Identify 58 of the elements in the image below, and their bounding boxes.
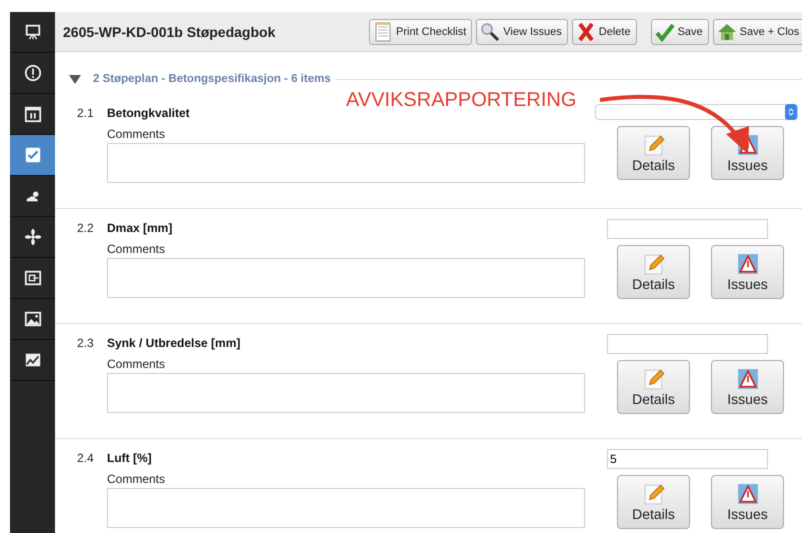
image-icon xyxy=(24,310,42,328)
expand-arrow-icon[interactable] xyxy=(69,74,81,84)
value-field[interactable] xyxy=(607,219,768,239)
details-button[interactable]: Details xyxy=(617,245,690,299)
value-field[interactable] xyxy=(607,334,768,354)
comments-label: Comments xyxy=(107,242,166,256)
home-button[interactable]: Save + Clos xyxy=(712,18,802,44)
page-title: 2605-WP-KD-001b Støpedagbok xyxy=(63,24,276,40)
check-icon xyxy=(24,146,42,164)
details-button[interactable]: Details xyxy=(617,360,690,414)
pencil-icon xyxy=(642,482,664,504)
alert-icon xyxy=(24,64,42,82)
details-button[interactable]: Details xyxy=(617,126,690,180)
easel-icon xyxy=(24,23,42,41)
delete-icon xyxy=(576,22,596,42)
sidebar-item[interactable] xyxy=(10,135,55,176)
item-number: 2.3 xyxy=(77,336,95,350)
dropdown[interactable] xyxy=(595,104,798,120)
warning-icon xyxy=(736,482,758,504)
warning-icon xyxy=(736,252,758,274)
item-number: 2.1 xyxy=(77,106,95,120)
issues-button[interactable]: Issues xyxy=(711,245,784,299)
item-label: Dmax [mm] xyxy=(107,221,172,235)
issues-button[interactable]: Issues xyxy=(711,360,784,414)
issues-button[interactable]: Issues xyxy=(711,126,784,180)
value-field[interactable]: 5 xyxy=(607,449,768,469)
house-icon xyxy=(716,22,737,42)
calendar-icon xyxy=(24,105,42,123)
delete-button[interactable]: Delete xyxy=(572,18,637,44)
pencil-icon xyxy=(642,134,664,156)
chart-icon xyxy=(24,351,42,369)
print-button[interactable]: Print Checklist xyxy=(369,18,472,44)
comments-field[interactable] xyxy=(107,373,585,413)
comments-label: Comments xyxy=(107,472,166,486)
export-icon xyxy=(24,269,42,287)
item-number: 2.2 xyxy=(77,221,95,235)
pencil-icon xyxy=(642,252,664,274)
comments-field[interactable] xyxy=(107,258,585,298)
pencil-icon xyxy=(642,368,664,390)
comments-label: Comments xyxy=(107,127,166,141)
annotation-text: AVVIKSRAPPORTERING xyxy=(346,89,576,112)
item-label: Luft [%] xyxy=(107,451,152,465)
checkmark-icon xyxy=(654,22,675,42)
save-button[interactable]: Save xyxy=(650,18,709,44)
fan-icon xyxy=(24,228,42,246)
section-title: 2 Støpeplan - Betongspesifikasjon - 6 items xyxy=(93,73,331,85)
search-icon xyxy=(480,22,500,42)
comments-label: Comments xyxy=(107,357,166,371)
issues-button[interactable]: Issues xyxy=(711,475,784,529)
item-number: 2.4 xyxy=(77,451,95,465)
item-label: Synk / Utbredelse [mm] xyxy=(107,336,240,350)
warning-icon xyxy=(736,368,758,390)
details-button[interactable]: Details xyxy=(617,475,690,529)
search-button[interactable]: View Issues xyxy=(476,18,568,44)
item-label: Betongkvalitet xyxy=(107,106,190,120)
comments-field[interactable] xyxy=(107,488,585,528)
comments-field[interactable] xyxy=(107,143,585,183)
document-icon xyxy=(373,22,393,42)
